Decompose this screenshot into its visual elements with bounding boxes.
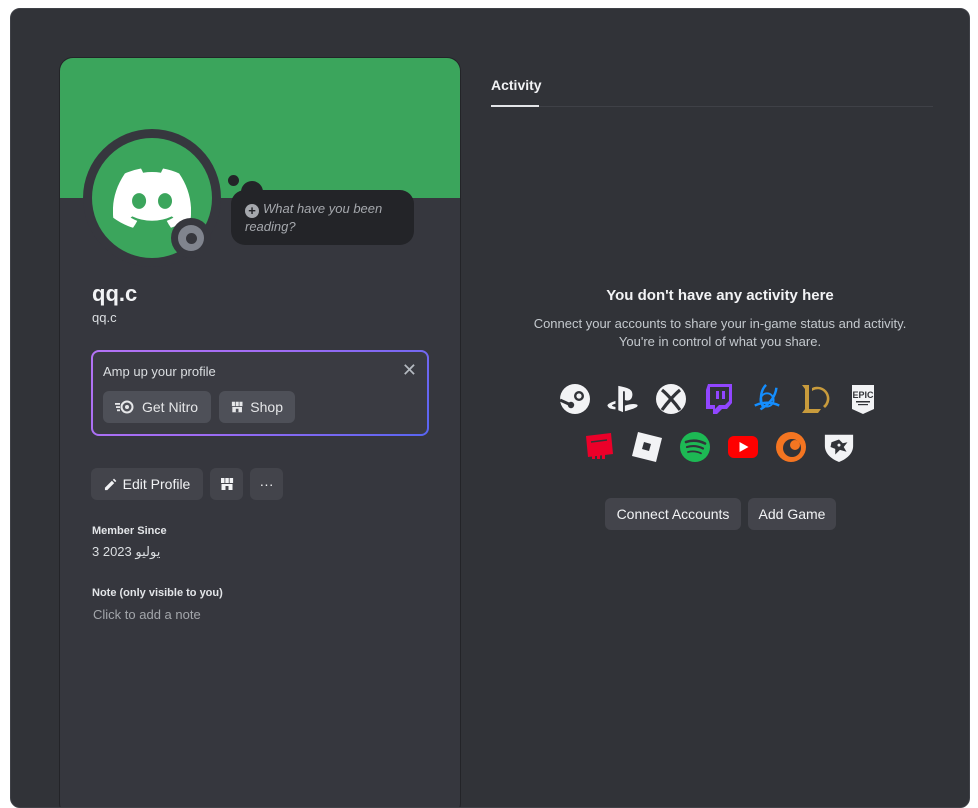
display-name: qq.c <box>92 281 138 306</box>
more-options-button[interactable]: ··· <box>250 468 283 500</box>
get-nitro-label: Get Nitro <box>142 399 199 415</box>
playstation-icon[interactable] <box>607 383 639 415</box>
status-indicator <box>171 218 211 258</box>
twitch-icon[interactable] <box>703 383 735 415</box>
youtube-icon[interactable] <box>727 431 759 463</box>
add-game-button[interactable]: Add Game <box>748 498 836 530</box>
shop-button[interactable]: Shop <box>219 391 295 423</box>
crunchyroll-icon[interactable] <box>775 431 807 463</box>
empty-activity-description: Connect your accounts to share your in-g… <box>533 316 907 349</box>
roblox-icon[interactable] <box>631 431 663 463</box>
more-icon: ··· <box>259 476 274 492</box>
get-nitro-button[interactable]: Get Nitro <box>103 391 211 423</box>
close-icon[interactable]: ✕ <box>402 360 417 381</box>
nitro-promo: Amp up your profile ✕ Get Nitro Shop <box>91 350 429 436</box>
league-of-legends-icon[interactable] <box>799 383 831 415</box>
offline-status-icon <box>178 225 204 251</box>
edit-profile-button[interactable]: Edit Profile <box>91 468 203 500</box>
profile-card: + What have you been reading? qq.c qq.c A… <box>59 57 461 807</box>
note-input[interactable]: Click to add a note <box>93 607 201 622</box>
nitro-promo-title: Amp up your profile <box>103 364 216 379</box>
shop-label: Shop <box>250 399 283 415</box>
spotify-icon[interactable] <box>679 431 711 463</box>
bungie-icon[interactable] <box>823 431 855 463</box>
shop-icon <box>231 401 243 413</box>
tab-activity[interactable]: Activity <box>491 77 542 93</box>
avatar-ring <box>83 129 221 267</box>
nitro-icon <box>115 400 134 414</box>
profile-modal: + What have you been reading? qq.c qq.c A… <box>10 8 970 808</box>
tab-divider <box>491 106 933 107</box>
steam-icon[interactable] <box>559 383 591 415</box>
shop-icon-button[interactable] <box>210 468 243 500</box>
edit-profile-label: Edit Profile <box>122 476 191 492</box>
battlenet-icon[interactable] <box>751 383 783 415</box>
member-since-label: Member Since <box>92 525 167 537</box>
pencil-icon <box>104 478 116 490</box>
xbox-icon[interactable] <box>655 383 687 415</box>
note-label: Note (only visible to you) <box>92 587 223 599</box>
thought-bubble-dot <box>228 175 239 186</box>
epic-games-icon[interactable]: EPIC <box>847 383 879 415</box>
connect-accounts-button[interactable]: Connect Accounts <box>605 498 741 530</box>
custom-status-bubble[interactable]: + What have you been reading? <box>231 190 414 245</box>
status-placeholder: What have you been reading? <box>245 201 383 234</box>
shop-icon <box>220 478 233 490</box>
add-status-icon: + <box>245 204 259 218</box>
username: qq.c <box>92 310 117 325</box>
epic-label: EPIC <box>852 390 874 400</box>
tab-activity-indicator <box>491 105 539 107</box>
discord-logo-icon <box>113 168 191 228</box>
riot-games-icon[interactable] <box>583 431 615 463</box>
empty-activity-title: You don't have any activity here <box>606 287 834 304</box>
member-since-date: 3 يوليو 2023 <box>92 544 161 559</box>
